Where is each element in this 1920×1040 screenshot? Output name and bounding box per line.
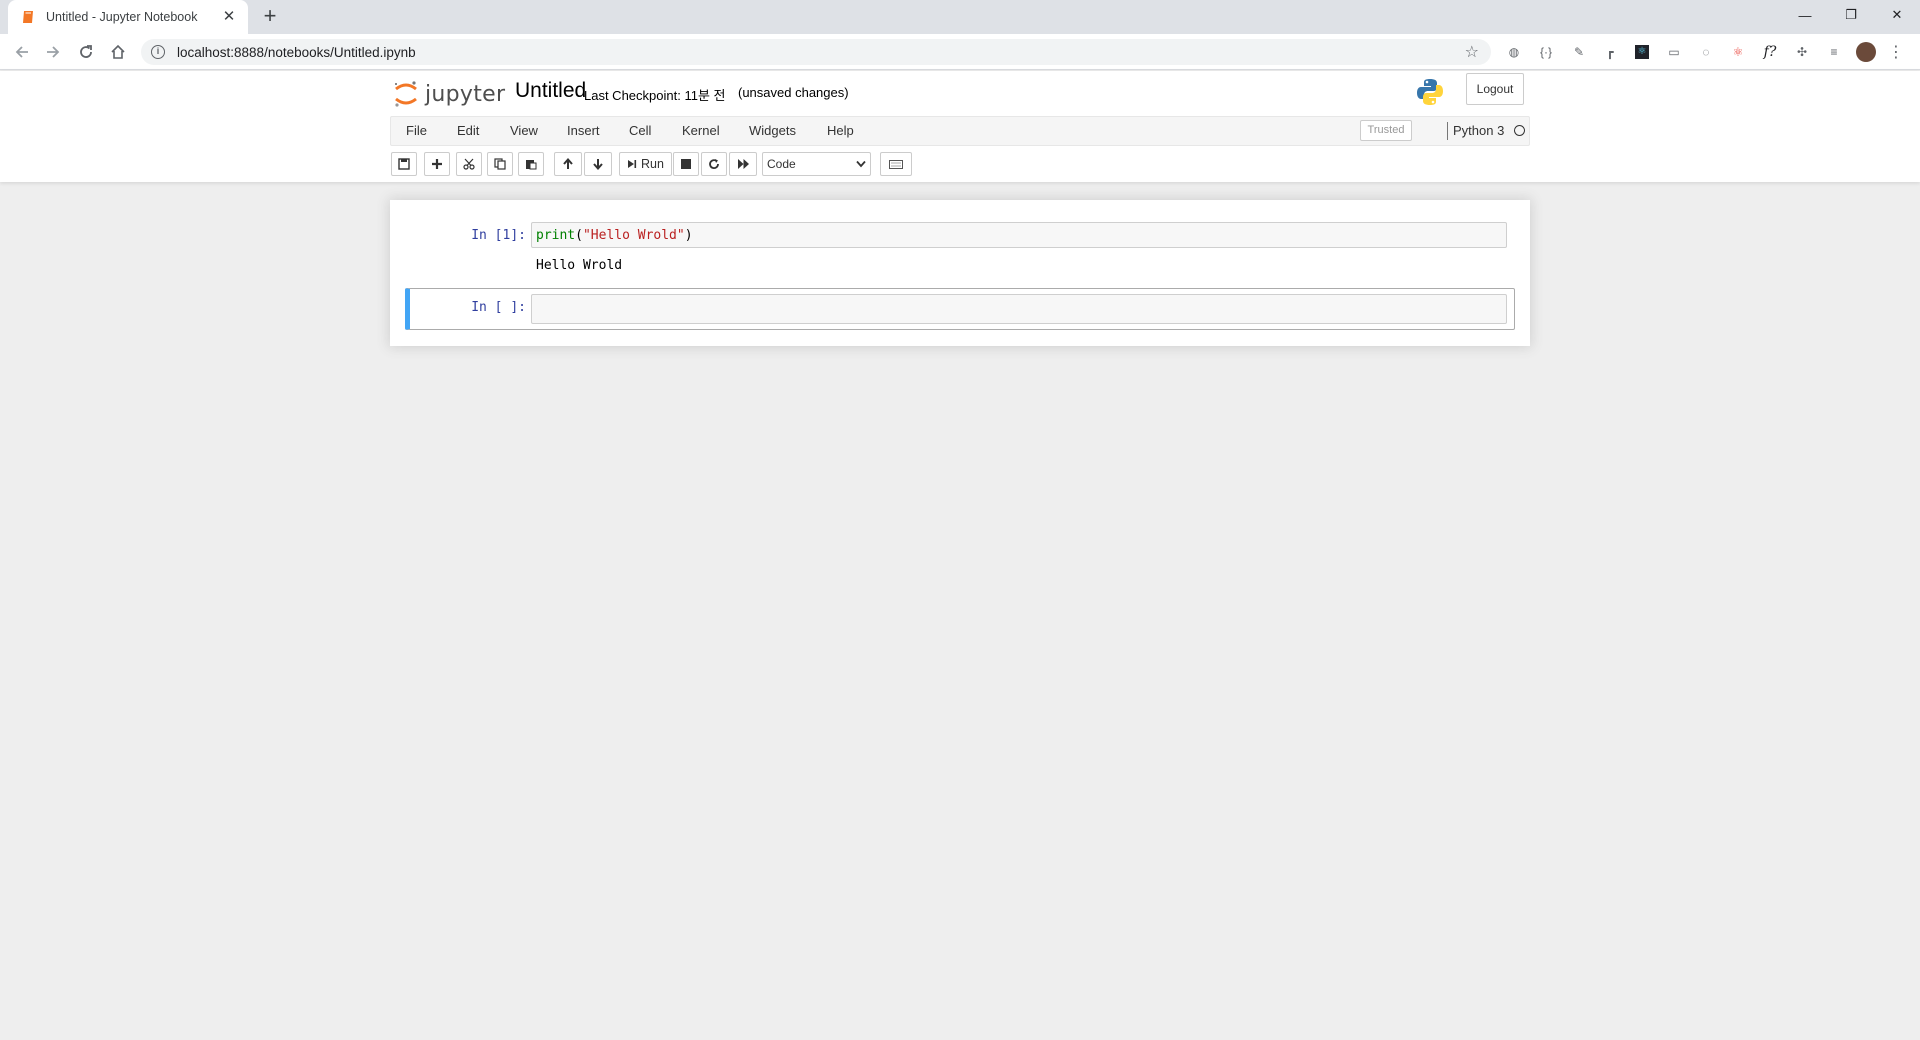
move-up-button[interactable] — [554, 152, 582, 176]
cell-output: Hello Wrold — [536, 258, 623, 273]
notebook-container: In [1]: print("Hello Wrold") Hello Wrold… — [390, 200, 1530, 346]
menu-edit[interactable]: Edit — [457, 117, 479, 145]
tab-title: Untitled - Jupyter Notebook — [46, 10, 198, 24]
code-function: print — [536, 228, 576, 243]
extension-eyedropper-icon[interactable]: ✎ — [1570, 43, 1588, 61]
logout-button[interactable]: Logout — [1466, 73, 1524, 105]
back-icon[interactable] — [8, 38, 36, 66]
step-forward-icon — [628, 160, 637, 168]
menubar: File Edit View Insert Cell Kernel Widget… — [390, 116, 1530, 146]
notebook-name[interactable]: Untitled — [515, 79, 586, 103]
restore-button[interactable]: ❐ — [1828, 0, 1874, 30]
kernel-separator — [1447, 122, 1448, 140]
code-paren-open: ( — [575, 228, 583, 243]
paste-icon — [526, 160, 537, 170]
jupyter-logo[interactable]: jupyter — [393, 78, 505, 110]
reload-icon[interactable] — [72, 38, 100, 66]
menu-view[interactable]: View — [510, 117, 538, 145]
browser-toolbar: i localhost:8888/notebooks/Untitled.ipyn… — [0, 34, 1920, 70]
copy-button[interactable] — [487, 152, 513, 176]
menu-file[interactable]: File — [406, 117, 427, 145]
save-icon — [398, 158, 410, 170]
menu-widgets[interactable]: Widgets — [749, 117, 796, 145]
code-string: "Hello Wrold" — [582, 228, 685, 243]
address-bar[interactable]: i localhost:8888/notebooks/Untitled.ipyn… — [141, 39, 1491, 65]
close-window-button[interactable]: ✕ — [1874, 0, 1920, 30]
trusted-indicator[interactable]: Trusted — [1360, 120, 1412, 141]
extension-cast-icon[interactable]: ▭ — [1665, 43, 1683, 61]
autosave-status: (unsaved changes) — [738, 85, 849, 100]
jupyter-logo-text: jupyter — [425, 81, 506, 107]
empty-code-cell-input[interactable] — [531, 294, 1507, 324]
address-url: localhost:8888/notebooks/Untitled.ipynb — [177, 44, 416, 60]
save-button[interactable] — [391, 152, 417, 176]
restart-run-all-button[interactable] — [729, 152, 757, 176]
restart-kernel-button[interactable] — [701, 152, 727, 176]
site-info-icon[interactable]: i — [151, 45, 165, 59]
tab-close-icon[interactable]: ✕ — [220, 8, 238, 26]
menu-insert[interactable]: Insert — [567, 117, 600, 145]
extension-stats-icon[interactable]: ⚛ — [1729, 43, 1747, 61]
keyboard-icon — [889, 159, 903, 169]
jupyter-header: jupyter Untitled Last Checkpoint: 11분 전 … — [0, 71, 1920, 182]
browser-tabstrip: Untitled - Jupyter Notebook ✕ + — ❐ ✕ — [0, 0, 1920, 34]
copy-icon — [494, 158, 506, 170]
minimize-button[interactable]: — — [1782, 0, 1828, 30]
kernel-name: Python 3 — [1453, 123, 1505, 138]
extension-circle-icon[interactable]: ◌ — [1697, 43, 1715, 61]
jupyter-logo-icon — [395, 81, 417, 107]
browser-menu-icon[interactable]: ⋮ — [1887, 43, 1905, 61]
restart-icon — [709, 159, 719, 170]
profile-avatar[interactable] — [1856, 42, 1876, 62]
paste-button[interactable] — [518, 152, 544, 176]
stop-icon — [681, 159, 691, 169]
interrupt-kernel-button[interactable] — [673, 152, 699, 176]
extension-formula-icon[interactable]: f? — [1761, 43, 1779, 61]
scissors-icon — [463, 158, 475, 170]
code-cell-input[interactable]: print("Hello Wrold") — [531, 222, 1507, 248]
cell-type-select[interactable]: Code — [762, 152, 871, 176]
extension-hammer-icon[interactable]: ┏ — [1601, 43, 1619, 61]
chevron-down-icon — [856, 160, 866, 168]
arrow-down-icon — [593, 159, 603, 170]
extension-json-icon[interactable]: {·} — [1537, 43, 1555, 61]
cut-button[interactable] — [456, 152, 482, 176]
input-prompt: In [1]: — [471, 228, 526, 243]
home-icon[interactable] — [104, 38, 132, 66]
forward-icon[interactable] — [39, 38, 67, 66]
python-logo-icon — [1417, 79, 1443, 105]
command-palette-button[interactable] — [880, 152, 912, 176]
menu-cell[interactable]: Cell — [629, 117, 651, 145]
bookmark-star-icon[interactable]: ☆ — [1465, 42, 1479, 62]
extension-globe-icon[interactable]: ◍ — [1505, 43, 1523, 61]
move-down-button[interactable] — [584, 152, 612, 176]
kernel-idle-indicator-icon — [1514, 125, 1525, 136]
jupyter-notebook-favicon-icon — [20, 9, 36, 25]
run-label: Run — [641, 157, 664, 171]
new-tab-button[interactable]: + — [258, 5, 282, 29]
menu-kernel[interactable]: Kernel — [682, 117, 720, 145]
extensions-puzzle-icon[interactable]: ✣ — [1793, 43, 1811, 61]
plus-icon — [432, 159, 442, 169]
reading-list-icon[interactable]: ≡ — [1825, 43, 1843, 61]
extension-react-icon[interactable]: ⚛ — [1633, 43, 1651, 61]
cell-type-value: Code — [767, 157, 796, 171]
browser-tab[interactable]: Untitled - Jupyter Notebook ✕ — [8, 0, 248, 34]
arrow-up-icon — [563, 158, 573, 169]
input-prompt-empty: In [ ]: — [471, 300, 526, 315]
fast-forward-icon — [737, 159, 749, 169]
menu-help[interactable]: Help — [827, 117, 854, 145]
code-paren-close: ) — [684, 228, 693, 243]
run-button[interactable]: Run — [619, 152, 672, 176]
insert-cell-button[interactable] — [424, 152, 450, 176]
last-checkpoint: Last Checkpoint: 11분 전 — [584, 88, 726, 103]
